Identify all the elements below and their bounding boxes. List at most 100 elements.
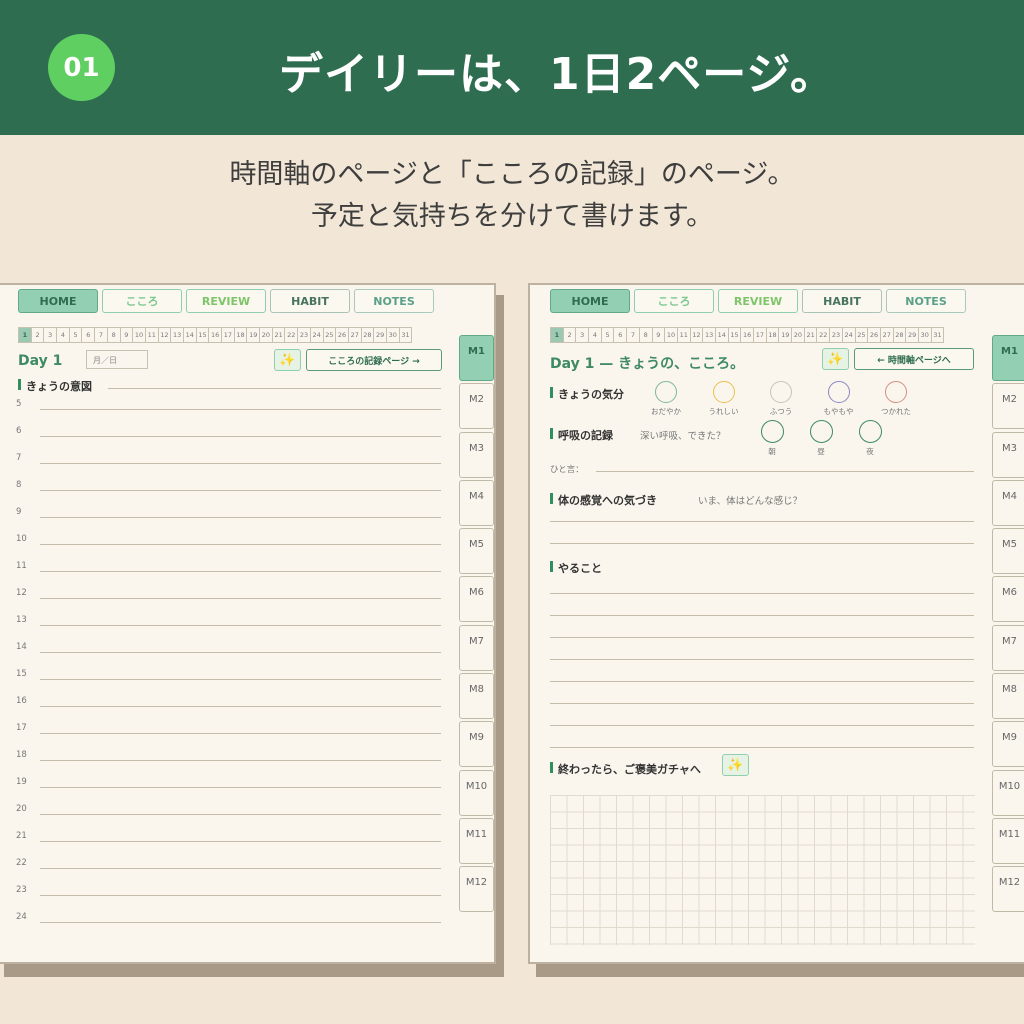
month-tab-m7[interactable]: M7 <box>992 624 1024 671</box>
month-tab-m6[interactable]: M6 <box>992 576 1024 623</box>
month-tab-m7[interactable]: M7 <box>459 624 494 671</box>
month-tab-m9[interactable]: M9 <box>459 721 494 768</box>
month-tab-m10[interactable]: M10 <box>992 769 1024 816</box>
breath-option[interactable]: 朝 <box>744 420 800 457</box>
hour-row[interactable]: 14 <box>16 642 441 669</box>
todo-line[interactable] <box>550 703 974 704</box>
mood-option[interactable]: ふつう <box>753 381 809 417</box>
day-cell-22[interactable]: 22 <box>816 327 831 343</box>
day-cell-10[interactable]: 10 <box>132 327 146 343</box>
month-tab-m8[interactable]: M8 <box>992 673 1024 720</box>
mood-circle[interactable] <box>885 381 907 403</box>
hour-row[interactable]: 17 <box>16 723 441 750</box>
day-cell-7[interactable]: 7 <box>94 327 108 343</box>
grid-notes-area[interactable] <box>550 795 975 945</box>
day-cell-25[interactable]: 25 <box>854 327 869 343</box>
month-tab-m3[interactable]: M3 <box>459 431 494 478</box>
hour-row[interactable]: 22 <box>16 858 441 885</box>
hour-row[interactable]: 10 <box>16 534 441 561</box>
todo-line[interactable] <box>550 593 974 594</box>
month-tab-m12[interactable]: M12 <box>459 866 494 913</box>
day-cell-15[interactable]: 15 <box>195 327 210 343</box>
month-tab-m12[interactable]: M12 <box>992 866 1024 913</box>
day-cell-18[interactable]: 18 <box>765 327 780 343</box>
month-tab-m4[interactable]: M4 <box>459 479 494 526</box>
day-cell-30[interactable]: 30 <box>385 327 400 343</box>
hour-row[interactable]: 6 <box>16 426 441 453</box>
breath-circle[interactable] <box>809 420 833 443</box>
month-tab-m5[interactable]: M5 <box>459 528 494 575</box>
mood-option[interactable]: つかれた <box>868 381 924 417</box>
tab-review[interactable]: REVIEW <box>718 289 798 313</box>
day-cell-19[interactable]: 19 <box>246 327 261 343</box>
body-line-1[interactable] <box>550 521 974 522</box>
day-cell-14[interactable]: 14 <box>182 327 197 343</box>
day-cell-28[interactable]: 28 <box>892 327 907 343</box>
tab-review[interactable]: REVIEW <box>186 289 266 313</box>
breath-option[interactable]: 昼 <box>793 420 849 457</box>
day-cell-13[interactable]: 13 <box>702 327 716 343</box>
day-cell-5[interactable]: 5 <box>600 327 615 343</box>
day-cell-22[interactable]: 22 <box>284 327 299 343</box>
mood-option[interactable]: もやもや <box>811 381 867 417</box>
time-axis-page-link[interactable]: ← 時間軸ページへ <box>854 348 974 370</box>
magic-wand-button[interactable]: ✨ <box>822 348 849 370</box>
day-cell-6[interactable]: 6 <box>81 327 96 343</box>
month-tab-m11[interactable]: M11 <box>992 817 1024 864</box>
hour-row[interactable]: 20 <box>16 804 441 831</box>
todo-line[interactable] <box>550 681 974 682</box>
day-cell-19[interactable]: 19 <box>778 327 793 343</box>
mood-option[interactable]: おだやか <box>638 381 694 417</box>
day-cell-5[interactable]: 5 <box>68 327 83 343</box>
day-cell-23[interactable]: 23 <box>297 327 311 343</box>
todo-line[interactable] <box>550 725 974 726</box>
day-cell-9[interactable]: 9 <box>119 327 134 343</box>
day-cell-2[interactable]: 2 <box>30 327 45 343</box>
month-tab-m10[interactable]: M10 <box>459 769 494 816</box>
gacha-wand-button[interactable]: ✨ <box>722 754 749 776</box>
hour-row[interactable]: 16 <box>16 696 441 723</box>
hour-row[interactable]: 5 <box>16 399 441 426</box>
day-cell-20[interactable]: 20 <box>791 327 805 343</box>
tab-notes[interactable]: NOTES <box>354 289 434 313</box>
day-cell-29[interactable]: 29 <box>905 327 919 343</box>
tab-notes[interactable]: NOTES <box>886 289 966 313</box>
day-cell-27[interactable]: 27 <box>879 327 894 343</box>
day-cell-29[interactable]: 29 <box>373 327 387 343</box>
day-cell-4[interactable]: 4 <box>56 327 70 343</box>
day-cell-6[interactable]: 6 <box>613 327 628 343</box>
day-cell-16[interactable]: 16 <box>208 327 222 343</box>
breath-circle[interactable] <box>858 420 882 443</box>
day-cell-17[interactable]: 17 <box>753 327 767 343</box>
hour-row[interactable]: 12 <box>16 588 441 615</box>
magic-wand-button[interactable]: ✨ <box>274 349 301 371</box>
date-field[interactable]: 月／日 <box>86 350 148 369</box>
kokoro-page-link[interactable]: こころの記録ページ → <box>306 349 442 371</box>
hitokoto-line[interactable] <box>596 471 974 472</box>
mood-circle[interactable] <box>827 381 850 403</box>
tab-kokoro[interactable]: こころ <box>102 289 182 313</box>
day-cell-2[interactable]: 2 <box>562 327 577 343</box>
mood-circle[interactable] <box>770 381 792 403</box>
month-tab-m1[interactable]: M1 <box>992 335 1024 381</box>
tab-habit[interactable]: HABIT <box>802 289 882 313</box>
day-cell-11[interactable]: 11 <box>144 327 159 343</box>
mood-circle[interactable] <box>655 381 677 403</box>
month-tab-m1[interactable]: M1 <box>459 335 494 381</box>
day-cell-12[interactable]: 12 <box>157 327 172 343</box>
tab-habit[interactable]: HABIT <box>270 289 350 313</box>
month-tab-m9[interactable]: M9 <box>992 721 1024 768</box>
day-cell-13[interactable]: 13 <box>170 327 184 343</box>
day-cell-21[interactable]: 21 <box>271 327 286 343</box>
day-cell-24[interactable]: 24 <box>309 327 324 343</box>
tab-kokoro[interactable]: こころ <box>634 289 714 313</box>
day-cell-23[interactable]: 23 <box>829 327 843 343</box>
month-tab-m8[interactable]: M8 <box>459 673 494 720</box>
day-cell-16[interactable]: 16 <box>740 327 754 343</box>
mood-circle[interactable] <box>712 381 735 403</box>
intention-line[interactable] <box>108 388 441 389</box>
todo-line[interactable] <box>550 747 974 748</box>
hour-row[interactable]: 9 <box>16 507 441 534</box>
day-cell-3[interactable]: 3 <box>43 327 58 343</box>
body-line-2[interactable] <box>550 543 974 544</box>
